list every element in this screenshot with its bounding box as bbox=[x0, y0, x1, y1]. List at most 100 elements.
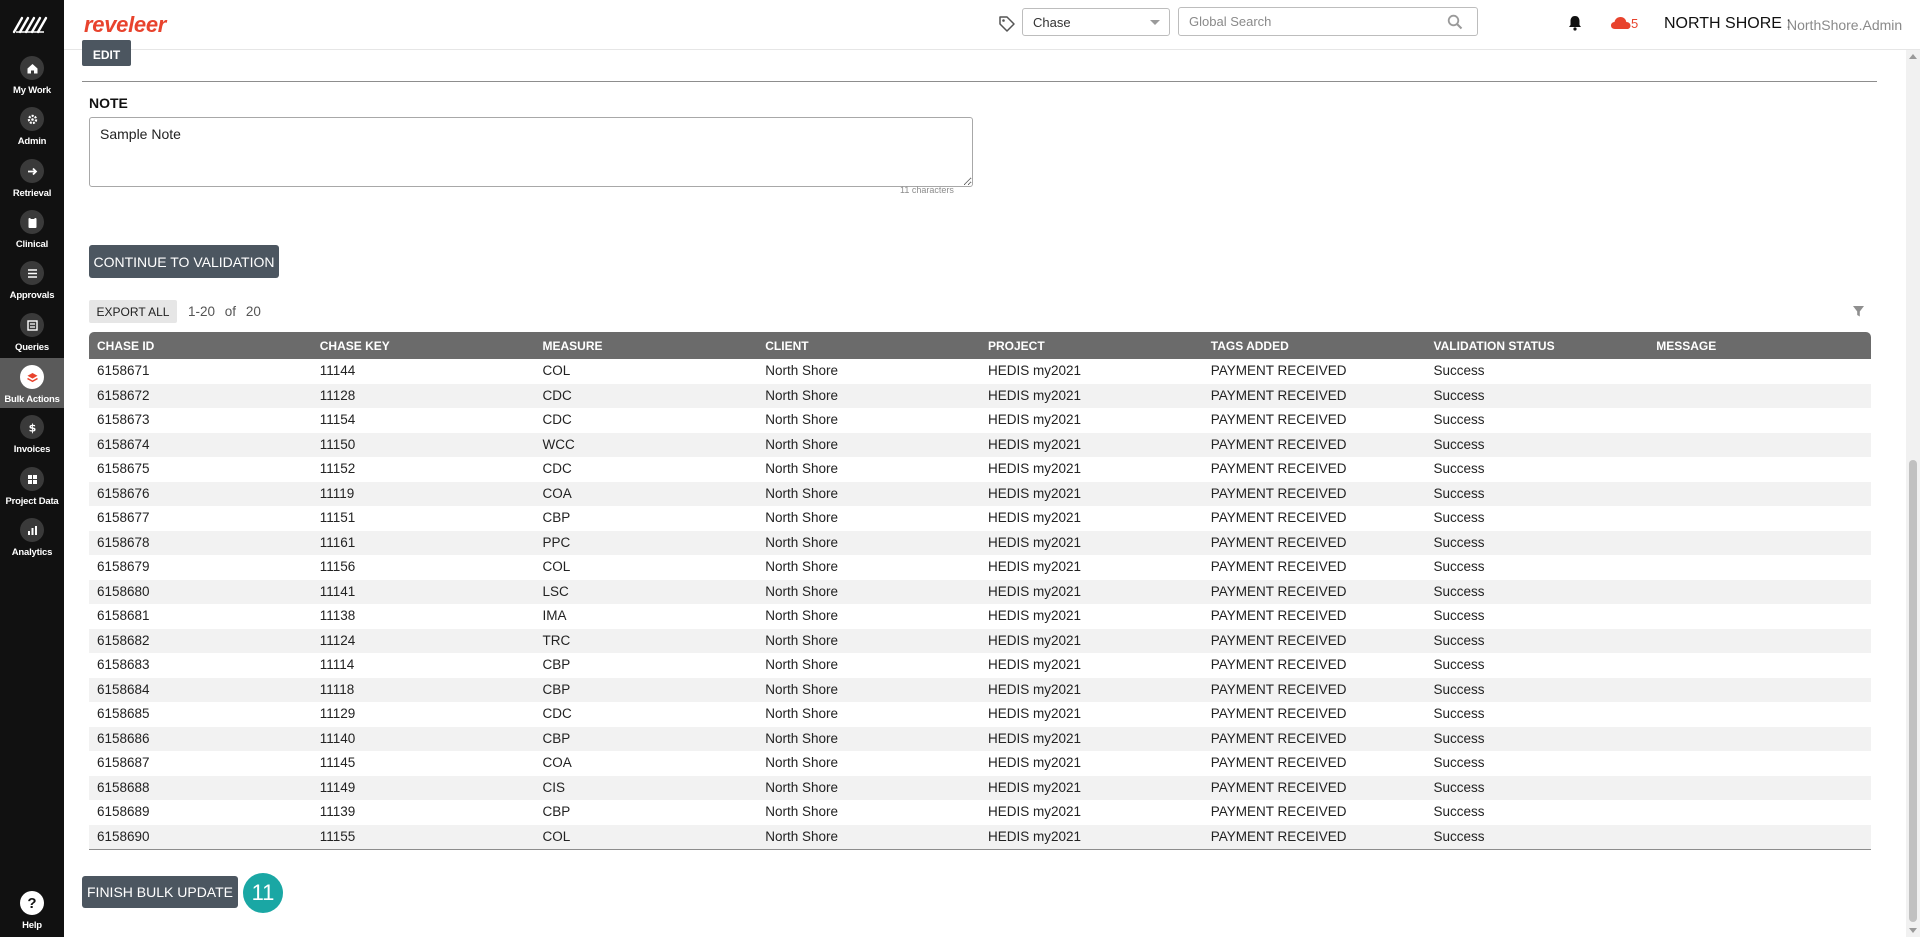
column-header[interactable]: VALIDATION STATUS bbox=[1426, 332, 1649, 359]
table-row[interactable]: 6158676 11119 COA North Shore HEDIS my2021 PA… bbox=[89, 481, 1871, 507]
sidebar-item-label: My Work bbox=[12, 85, 51, 96]
column-header[interactable]: CHASE KEY bbox=[312, 332, 535, 359]
sidebar-item-approvals[interactable]: Approvals bbox=[0, 261, 64, 311]
filter-icon[interactable] bbox=[1852, 305, 1865, 318]
table-row[interactable]: 6158685 11129 CDC North Shore HEDIS my2021 PA… bbox=[89, 702, 1871, 727]
table-cell: HEDIS my2021 bbox=[988, 412, 1082, 427]
table-cell: North Shore bbox=[765, 706, 839, 721]
table-cell: North Shore bbox=[765, 461, 839, 476]
table-cell: CBP bbox=[542, 681, 571, 697]
table-row[interactable]: 6158677 11151 CBP North Shore HEDIS my2021 PA… bbox=[89, 506, 1871, 531]
sidebar-item-invoices[interactable]: $ Invoices bbox=[0, 415, 64, 465]
page-scrollbar[interactable] bbox=[1906, 50, 1920, 937]
table-row[interactable]: 6158671 11144 COL North Shore HEDIS my2021 PA… bbox=[89, 359, 1871, 384]
table-cell: HEDIS my2021 bbox=[988, 804, 1082, 819]
table-row[interactable]: 6158682 11124 TRC North Shore HEDIS my2021 PA… bbox=[89, 628, 1871, 653]
search-type-select[interactable]: Chase bbox=[1022, 8, 1170, 36]
bell-icon[interactable] bbox=[1566, 14, 1584, 32]
sidebar-item-admin[interactable]: Admin bbox=[0, 107, 64, 157]
table-cell: PAYMENT RECEIVED bbox=[1210, 730, 1347, 746]
gear-icon bbox=[20, 107, 44, 131]
table-cell: PAYMENT RECEIVED bbox=[1210, 755, 1347, 770]
table-row[interactable]: 6158690 11155 COL North Shore HEDIS my2021 PA… bbox=[89, 824, 1871, 850]
sidebar-item-retrieval[interactable]: Retrieval bbox=[0, 159, 64, 209]
table-cell: PAYMENT RECEIVED bbox=[1210, 779, 1347, 795]
table-cell bbox=[1648, 457, 1871, 482]
cloud-icon[interactable] bbox=[1610, 15, 1632, 31]
table-cell: HEDIS my2021 bbox=[988, 657, 1082, 672]
table-cell bbox=[1648, 678, 1871, 703]
scroll-down-arrow-icon[interactable] bbox=[1909, 928, 1917, 933]
scrollbar-thumb[interactable] bbox=[1909, 460, 1917, 922]
cloud-count-badge[interactable]: 5 bbox=[1631, 16, 1638, 31]
table-cell: PAYMENT RECEIVED bbox=[1210, 804, 1347, 819]
sidebar-item-my-work[interactable]: My Work bbox=[0, 56, 64, 106]
column-header[interactable]: MESSAGE bbox=[1648, 332, 1871, 359]
column-header[interactable]: PROJECT bbox=[980, 332, 1203, 359]
table-cell: North Shore bbox=[765, 485, 839, 501]
column-header[interactable]: CHASE ID bbox=[89, 332, 312, 359]
search-icon[interactable] bbox=[1447, 14, 1463, 30]
table-cell: 11119 bbox=[319, 485, 355, 501]
table-row[interactable]: 6158689 11139 CBP North Shore HEDIS my2021 PA… bbox=[89, 800, 1871, 825]
continue-to-validation-button[interactable]: CONTINUE TO VALIDATION bbox=[89, 245, 279, 278]
table-cell bbox=[1648, 482, 1871, 507]
reveleer-logo-mark-icon[interactable] bbox=[12, 14, 52, 36]
table-row[interactable]: 6158687 11145 COA North Shore HEDIS my2021 PA… bbox=[89, 751, 1871, 776]
table-cell bbox=[1648, 776, 1871, 801]
scroll-up-arrow-icon[interactable] bbox=[1909, 54, 1917, 59]
table-row[interactable]: 6158684 11118 CBP North Shore HEDIS my2021 PA… bbox=[89, 677, 1871, 703]
table-row[interactable]: 6158674 11150 WCC North Shore HEDIS my2021 PA… bbox=[89, 432, 1871, 458]
arrow-right-icon bbox=[20, 159, 44, 183]
table-cell: 6158685 bbox=[97, 706, 150, 721]
top-header: reveleer Chase 5 NORTH SHORE : NorthShor… bbox=[64, 0, 1920, 50]
sidebar-item-help[interactable]: ? Help bbox=[0, 891, 64, 937]
table-cell: HEDIS my2021 bbox=[988, 559, 1082, 574]
list-icon bbox=[20, 313, 44, 337]
brand-logo[interactable]: reveleer bbox=[84, 12, 166, 38]
table-cell: 11140 bbox=[319, 730, 356, 746]
table-cell: 6158687 bbox=[97, 755, 150, 770]
checklist-icon bbox=[20, 261, 44, 285]
table-cell: HEDIS my2021 bbox=[988, 681, 1082, 697]
export-all-button[interactable]: EXPORT ALL bbox=[89, 300, 177, 323]
table-cell bbox=[1648, 433, 1871, 458]
edit-button[interactable]: EDIT bbox=[82, 40, 131, 66]
table-row[interactable]: 6158678 11161 PPC North Shore HEDIS my2021 PA… bbox=[89, 530, 1871, 555]
table-cell: CBP bbox=[542, 804, 571, 819]
table-row[interactable]: 6158686 11140 CBP North Shore HEDIS my2021 PA… bbox=[89, 726, 1871, 751]
table-cell: 11129 bbox=[319, 706, 356, 721]
table-cell: Success bbox=[1433, 706, 1485, 721]
note-textarea[interactable]: Sample Note bbox=[89, 117, 973, 187]
validation-results-table: CHASE ID CHASE KEY MEASURE CLIENT PROJECT TAG… bbox=[89, 332, 1871, 850]
table-row[interactable]: 6158681 11138 IMA North Shore HEDIS my2021 PA… bbox=[89, 604, 1871, 629]
table-row[interactable]: 6158673 11154 CDC North Shore HEDIS my2021 PA… bbox=[89, 408, 1871, 433]
sidebar-item-clinical[interactable]: Clinical bbox=[0, 210, 64, 260]
sidebar-item-label: Project Data bbox=[5, 496, 59, 507]
sidebar-item-bulk-actions[interactable]: Bulk Actions bbox=[0, 358, 64, 408]
column-header[interactable]: MEASURE bbox=[535, 332, 758, 359]
tag-icon bbox=[999, 16, 1015, 32]
table-row[interactable]: 6158672 11128 CDC North Shore HEDIS my2021 PA… bbox=[89, 383, 1871, 408]
column-header[interactable]: TAGS ADDED bbox=[1203, 332, 1426, 359]
table-row[interactable]: 6158688 11149 CIS North Shore HEDIS my2021 PA… bbox=[89, 775, 1871, 801]
sidebar-item-label: Help bbox=[22, 920, 42, 931]
table-row[interactable]: 6158679 11156 COL North Shore HEDIS my2021 PA… bbox=[89, 555, 1871, 580]
table-cell: HEDIS my2021 bbox=[988, 583, 1082, 599]
table-cell: Success bbox=[1433, 412, 1485, 427]
table-cell: North Shore bbox=[765, 828, 839, 844]
sidebar-item-queries[interactable]: Queries bbox=[0, 313, 64, 363]
user-name[interactable]: NorthShore.Admin bbox=[1787, 17, 1902, 33]
column-header[interactable]: CLIENT bbox=[757, 332, 980, 359]
table-row[interactable]: 6158683 11114 CBP North Shore HEDIS my2021 PA… bbox=[89, 653, 1871, 678]
finish-bulk-update-button[interactable]: FINISH BULK UPDATE bbox=[82, 876, 238, 908]
sidebar-item-analytics[interactable]: Analytics bbox=[0, 518, 64, 568]
table-row[interactable]: 6158680 11141 LSC North Shore HEDIS my2021 PA… bbox=[89, 579, 1871, 604]
table-cell: HEDIS my2021 bbox=[988, 632, 1082, 648]
table-cell: 11154 bbox=[319, 412, 356, 427]
table-cell: Success bbox=[1433, 583, 1485, 599]
table-row[interactable]: 6158675 11152 CDC North Shore HEDIS my2021 PA… bbox=[89, 457, 1871, 482]
table-cell bbox=[1648, 825, 1871, 850]
sidebar-item-project-data[interactable]: Project Data bbox=[0, 467, 64, 517]
global-search-input[interactable] bbox=[1178, 7, 1478, 36]
